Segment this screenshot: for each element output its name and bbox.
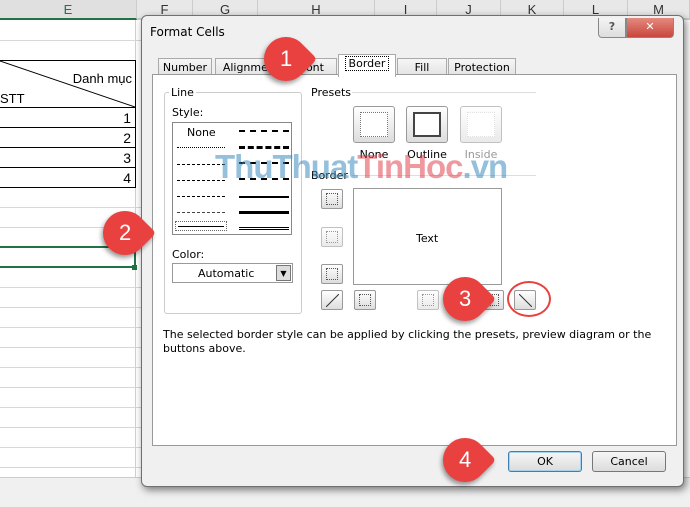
- row-line: [0, 307, 141, 308]
- row-line: [0, 447, 141, 448]
- presets-label: Presets: [311, 86, 352, 99]
- watermark-logo: ThuThuatTinHoc.vn: [215, 148, 508, 185]
- preset-outline-button[interactable]: [406, 106, 448, 143]
- color-dropdown[interactable]: Automatic ▼: [172, 263, 293, 283]
- border-bottom-button[interactable]: [321, 264, 343, 284]
- color-value: Automatic: [198, 267, 255, 280]
- table-row[interactable]: 2: [0, 128, 136, 148]
- table-row[interactable]: 3: [0, 148, 136, 168]
- border-preview[interactable]: Text: [353, 188, 502, 285]
- style-dash-fine[interactable]: [177, 212, 225, 213]
- help-button[interactable]: ?: [598, 18, 626, 38]
- style-medium-dashdotdot[interactable]: [239, 130, 289, 132]
- row-line: [0, 287, 141, 288]
- border-inside-horizontal-button[interactable]: [321, 227, 343, 247]
- style-none[interactable]: None: [187, 126, 216, 139]
- line-group-label: Line: [169, 86, 196, 99]
- row-line: [0, 207, 141, 208]
- style-medium[interactable]: [239, 196, 289, 198]
- border-diagonal-up-button[interactable]: [321, 290, 343, 310]
- row-line: [0, 327, 141, 328]
- row-line: [0, 387, 141, 388]
- row-line: [0, 427, 141, 428]
- row-line: [0, 367, 141, 368]
- header-bottom-text: STT: [0, 91, 25, 106]
- border-top-button[interactable]: [321, 189, 343, 209]
- preset-none-button[interactable]: [353, 106, 395, 143]
- tab-border-label: Border: [344, 56, 390, 71]
- dialog-title: Format Cells: [150, 25, 225, 39]
- row-line: [0, 407, 141, 408]
- preview-text: Text: [416, 232, 439, 245]
- row-line: [0, 467, 141, 468]
- header-top-text: Danh mục: [72, 71, 132, 86]
- table-header-cell[interactable]: Danh mục STT: [0, 60, 136, 108]
- style-double[interactable]: [239, 227, 289, 230]
- style-thick[interactable]: [239, 211, 289, 214]
- close-button[interactable]: ✕: [626, 18, 674, 38]
- presets-divider: [352, 92, 536, 93]
- border-left-button[interactable]: [354, 290, 376, 310]
- row-line: [0, 347, 141, 348]
- table-row[interactable]: 1: [0, 108, 136, 128]
- row-line: [0, 40, 141, 41]
- color-label: Color:: [172, 248, 205, 261]
- cancel-button[interactable]: Cancel: [592, 451, 666, 472]
- style-thin-selected[interactable]: [175, 221, 227, 231]
- style-label: Style:: [172, 106, 204, 119]
- fill-handle[interactable]: [132, 265, 137, 270]
- highlight-circle: [507, 281, 551, 317]
- hint-text: The selected border style can be applied…: [163, 328, 652, 355]
- ok-button[interactable]: OK: [508, 451, 582, 472]
- column-header-e[interactable]: E: [0, 0, 137, 20]
- chevron-down-icon[interactable]: ▼: [276, 265, 291, 281]
- tab-border[interactable]: Border: [338, 54, 396, 77]
- border-inside-vertical-button[interactable]: [417, 290, 439, 310]
- table-row[interactable]: 4: [0, 168, 136, 188]
- preset-inside-button[interactable]: [460, 106, 502, 143]
- style-dashed[interactable]: [177, 196, 225, 197]
